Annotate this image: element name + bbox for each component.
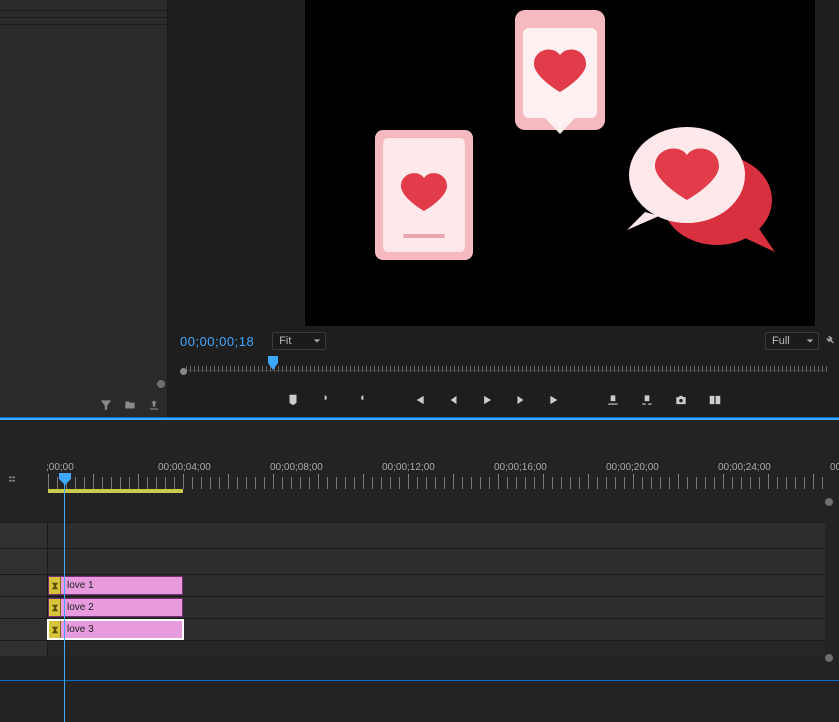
export-frame-button[interactable] xyxy=(673,392,689,408)
zoom-select[interactable]: Fit xyxy=(272,332,326,350)
clip[interactable]: love 2 xyxy=(48,598,183,617)
chevron-down-icon xyxy=(313,337,321,345)
work-area-bar[interactable] xyxy=(48,489,183,493)
ruler-label: 00;00;04;00 xyxy=(158,462,211,473)
clip[interactable]: love 3 xyxy=(48,620,183,639)
ruler-label: 00;00;24;00 xyxy=(718,462,771,473)
resolution-select[interactable]: Full xyxy=(765,332,819,350)
lift-button[interactable] xyxy=(605,392,621,408)
clip-label: love 2 xyxy=(61,602,94,613)
timeline-ruler[interactable]: ;00;00 00;00;04;00 00;00;08;00 00;00;12;00 0… xyxy=(48,462,825,492)
track-row[interactable]: love 1 xyxy=(0,574,825,596)
track-row[interactable]: love 2 xyxy=(0,596,825,618)
track-header[interactable] xyxy=(0,523,48,548)
fx-badge xyxy=(49,621,61,638)
extract-button[interactable] xyxy=(639,392,655,408)
clip-label: love 1 xyxy=(61,580,94,591)
go-to-out-button[interactable] xyxy=(547,392,563,408)
track-header[interactable] xyxy=(0,549,48,574)
video-viewport[interactable] xyxy=(305,0,815,326)
scrollbar-thumb[interactable] xyxy=(157,380,165,388)
mark-out-button[interactable] xyxy=(353,392,369,408)
mark-in-button[interactable] xyxy=(319,392,335,408)
export-icon[interactable] xyxy=(147,398,161,412)
scroll-handle[interactable] xyxy=(825,498,833,506)
step-back-button[interactable] xyxy=(445,392,461,408)
zoom-select-label: Fit xyxy=(279,335,291,347)
scroll-handle[interactable] xyxy=(825,654,833,662)
resolution-select-label: Full xyxy=(772,335,790,347)
play-button[interactable] xyxy=(479,392,495,408)
program-monitor: 00;00;00;18 Fit Full xyxy=(168,0,839,418)
ruler-label: 00 xyxy=(830,462,839,473)
settings-icon[interactable] xyxy=(823,334,835,346)
ruler-label: ;00;00 xyxy=(46,462,74,473)
preview-content xyxy=(305,0,815,326)
new-bin-icon[interactable] xyxy=(123,398,137,412)
transport-controls xyxy=(168,388,839,412)
track-row[interactable] xyxy=(0,548,825,574)
track-header[interactable] xyxy=(0,575,48,596)
track-row[interactable]: love 3 xyxy=(0,618,825,640)
timeline-panel: ;00;00 00;00;04;00 00;00;08;00 00;00;12;00 0… xyxy=(0,418,839,680)
current-timecode[interactable]: 00;00;00;18 xyxy=(180,334,254,349)
clip-label: love 3 xyxy=(61,624,94,635)
track-header[interactable] xyxy=(0,597,48,618)
add-marker-button[interactable] xyxy=(285,392,301,408)
snap-icon[interactable] xyxy=(6,474,18,484)
clip[interactable]: love 1 xyxy=(48,576,183,595)
track-header[interactable] xyxy=(0,619,48,640)
track-row[interactable] xyxy=(0,522,825,548)
track-header[interactable] xyxy=(0,641,48,656)
ruler-label: 00;00;16;00 xyxy=(494,462,547,473)
step-forward-button[interactable] xyxy=(513,392,529,408)
fx-badge xyxy=(49,577,61,594)
scrubber-playhead[interactable] xyxy=(268,356,278,370)
ruler-label: 00;00;08;00 xyxy=(270,462,323,473)
monitor-scrubber[interactable] xyxy=(180,356,827,376)
track-row[interactable] xyxy=(0,640,825,656)
filter-icon[interactable] xyxy=(99,398,113,412)
go-to-in-button[interactable] xyxy=(411,392,427,408)
tracks-area: love 1 love 2 love 3 xyxy=(0,494,825,680)
scrubber-start-handle[interactable] xyxy=(180,368,187,375)
ruler-label: 00;00;20;00 xyxy=(606,462,659,473)
effects-panel xyxy=(0,0,168,418)
ruler-label: 00;00;12;00 xyxy=(382,462,435,473)
chevron-down-icon xyxy=(806,337,814,345)
comparison-view-button[interactable] xyxy=(707,392,723,408)
fx-badge xyxy=(49,599,61,616)
